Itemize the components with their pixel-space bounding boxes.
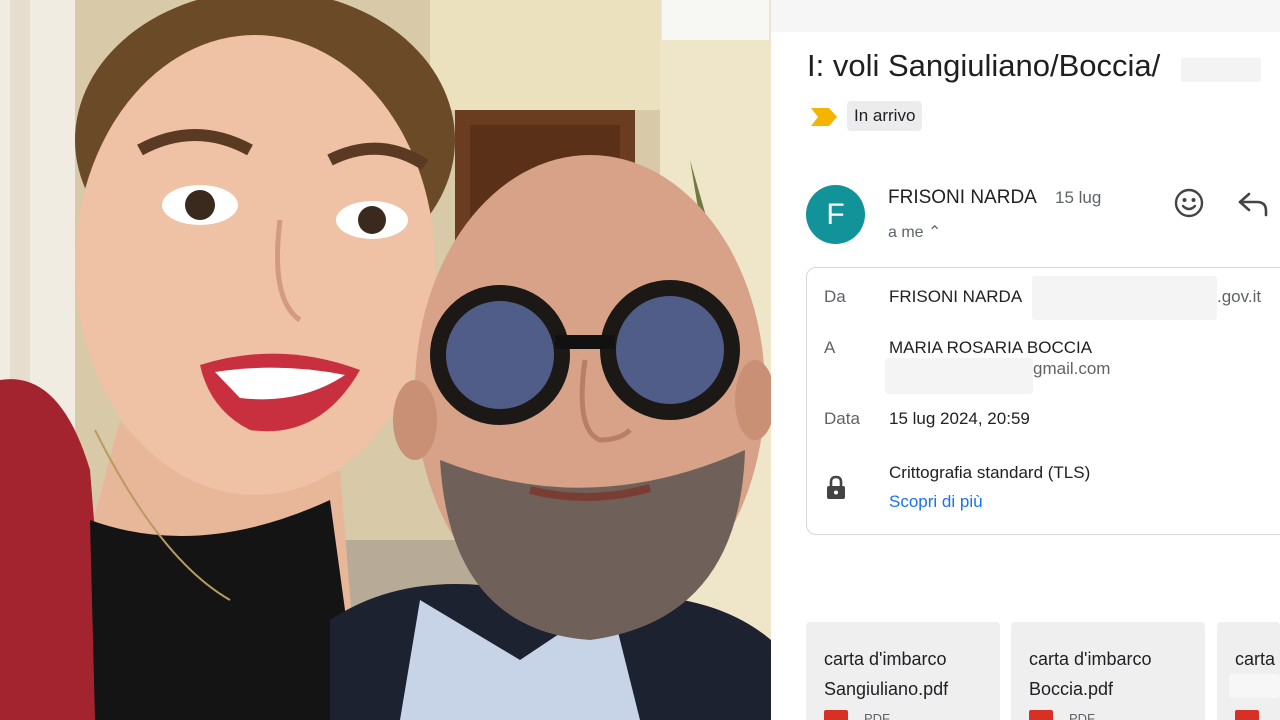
email-view: I: voli Sangiuliano/Boccia/ In arrivo F … (771, 0, 1280, 720)
attachment-type: PDF (864, 711, 890, 720)
learn-more-link[interactable]: Scopri di più (889, 492, 983, 512)
sent-date: 15 lug (1055, 188, 1102, 207)
attachment-name: carta d'imbarco Sangiuliano.pdf (824, 649, 949, 699)
redaction-mask (1181, 58, 1261, 82)
redaction-mask (885, 358, 1033, 394)
lock-icon (827, 475, 845, 499)
to-label: A (824, 338, 836, 357)
top-toolbar-strip (771, 0, 1280, 32)
reply-icon[interactable] (1237, 190, 1269, 218)
attachment-card[interactable]: carta d'imbarco Sangiuliano.pdf PDF (806, 622, 1000, 720)
to-name: MARIA ROSARIA BOCCIA (889, 338, 1093, 357)
from-name: FRISONI NARDA (889, 287, 1023, 306)
importance-marker-icon[interactable] (811, 108, 837, 126)
from-label: Da (824, 287, 846, 306)
recipient-details-toggle[interactable]: a me ⌃ (888, 222, 941, 242)
message-details-card: Da FRISONI NARDA .gov.it A MARIA ROSARIA… (806, 267, 1280, 535)
attachment-card[interactable]: carta d'imbarco Boccia.pdf PDF (1011, 622, 1205, 720)
from-domain: .gov.it (1217, 287, 1262, 306)
date-label: Data (824, 409, 860, 428)
redaction-mask (1032, 276, 1217, 320)
attachment-card[interactable]: carta (1217, 622, 1280, 720)
attachment-name: carta (1235, 649, 1276, 669)
attachment-type: PDF (1069, 711, 1095, 720)
sender-name[interactable]: FRISONI NARDA (888, 187, 1037, 209)
to-domain: gmail.com (1033, 359, 1111, 378)
pdf-icon (1029, 710, 1053, 720)
pdf-icon (824, 710, 848, 720)
smiley-icon[interactable] (1173, 187, 1205, 219)
avatar[interactable]: F (806, 185, 865, 244)
selfie-photo (0, 0, 771, 720)
photo-illustration (0, 0, 771, 720)
attachment-name: carta d'imbarco Boccia.pdf (1029, 649, 1152, 699)
label-chip-inbox[interactable]: In arrivo (847, 101, 923, 131)
redaction-mask (1229, 674, 1280, 698)
pdf-icon (1235, 710, 1259, 720)
date-value: 15 lug 2024, 20:59 (889, 409, 1030, 428)
security-text: Crittografia standard (TLS) (889, 463, 1091, 482)
email-subject: I: voli Sangiuliano/Boccia/ (807, 48, 1161, 83)
